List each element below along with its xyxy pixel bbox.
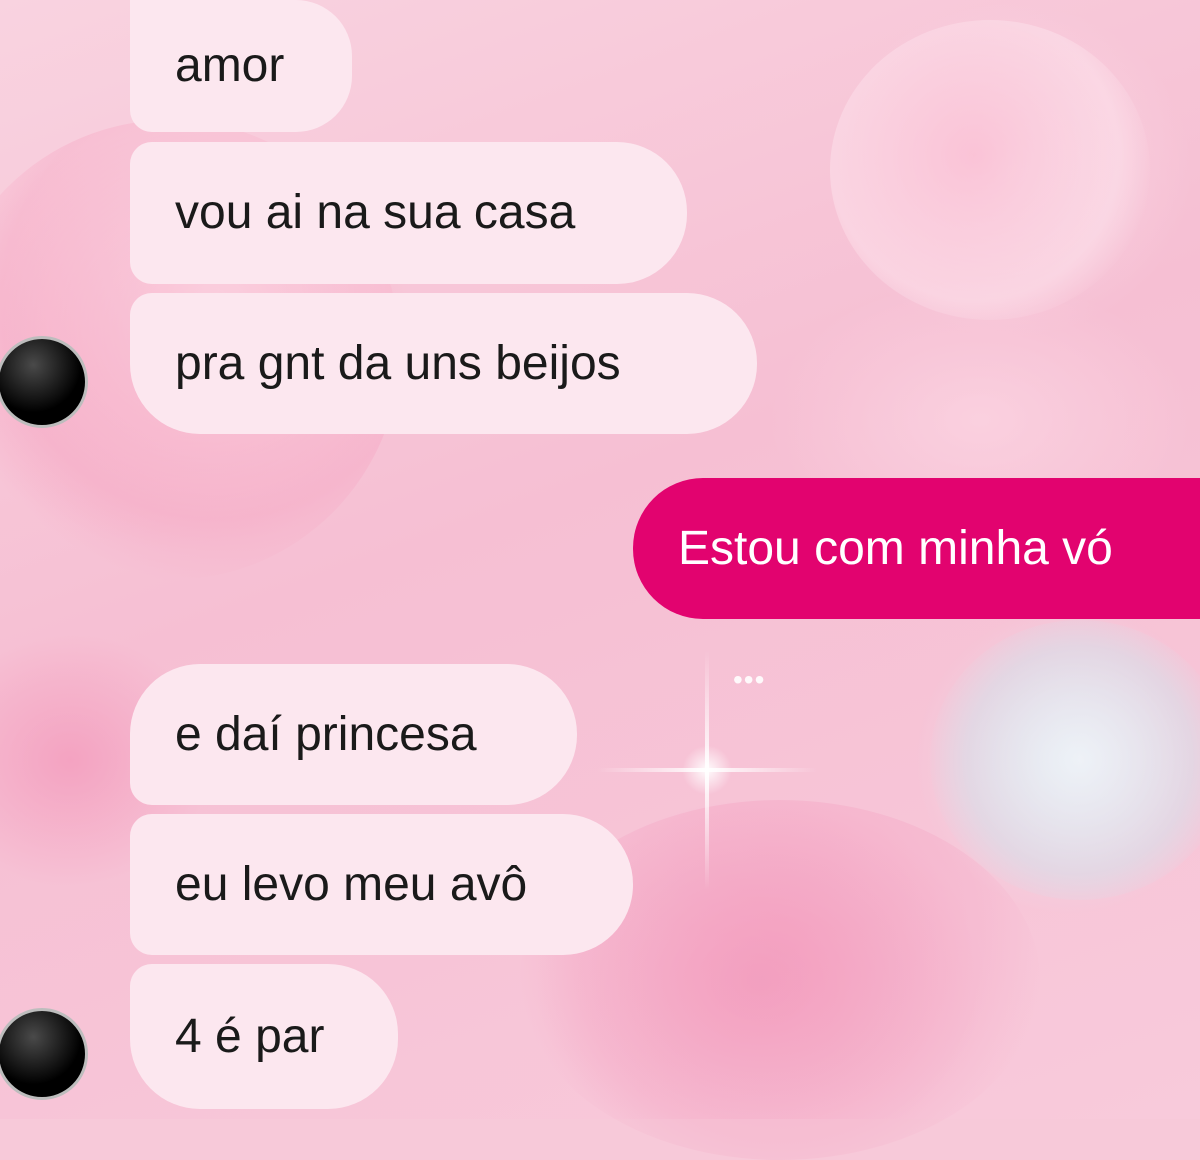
message-text: e daí princesa xyxy=(175,707,477,761)
message-text: Estou com minha vó xyxy=(678,521,1113,575)
message-text: eu levo meu avô xyxy=(175,857,528,911)
avatar[interactable] xyxy=(0,1008,88,1100)
received-message[interactable]: pra gnt da uns beijos xyxy=(130,293,757,434)
message-text: amor xyxy=(175,39,285,92)
received-message[interactable]: e daí princesa xyxy=(130,664,577,805)
sparkle-glow xyxy=(682,745,732,795)
received-message[interactable]: vou ai na sua casa xyxy=(130,142,687,284)
typing-indicator: ••• xyxy=(733,664,766,695)
received-message[interactable]: 4 é par xyxy=(130,964,398,1109)
message-text: pra gnt da uns beijos xyxy=(175,336,621,390)
message-text: vou ai na sua casa xyxy=(175,186,576,239)
message-text: 4 é par xyxy=(175,1009,325,1063)
sent-message[interactable]: Estou com minha vó xyxy=(633,478,1200,619)
avatar[interactable] xyxy=(0,336,88,428)
received-message[interactable]: amor xyxy=(130,0,352,132)
received-message[interactable]: eu levo meu avô xyxy=(130,814,633,955)
